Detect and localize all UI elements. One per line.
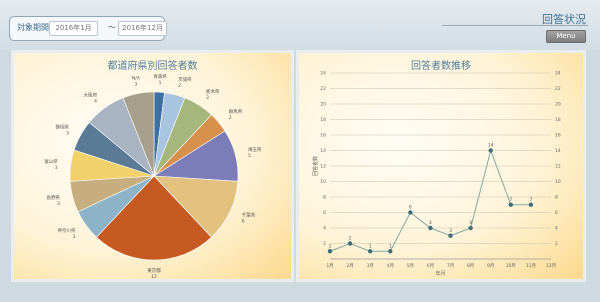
pie-slice-value: 1 — [159, 80, 162, 86]
data-point — [528, 202, 534, 207]
x-tick-label: 9月 — [487, 263, 494, 269]
pie-chart: 青森県1茨城県2栃木県3群馬県2埼玉県5千葉県6東京都12神奈川県3長野県3富山… — [44, 73, 262, 279]
pie-slice-label: 神奈川県 — [58, 227, 76, 234]
data-label: 4 — [469, 220, 472, 226]
pie-slice-value: 3 — [206, 95, 209, 101]
pie-slice-label: 千葉県 — [242, 211, 256, 218]
pie-slice-value: 2 — [229, 115, 232, 121]
x-tick-label: 8月 — [467, 263, 474, 269]
y-tick-label-right: 10 — [555, 179, 561, 185]
y-tick-label-right: 18 — [555, 117, 561, 123]
data-label: 3 — [449, 228, 452, 234]
y-tick-label: 2 — [323, 241, 326, 247]
x-tick-label: 4月 — [387, 263, 394, 269]
y-tick-label: 20 — [320, 102, 326, 108]
pie-slice-label: 群馬県 — [229, 108, 243, 115]
pie-slice-value: 6 — [242, 218, 245, 224]
y-tick-label-right: 12 — [555, 164, 561, 170]
pie-slice-label: 埼玉県 — [248, 146, 262, 153]
y-tick-label-right: 6 — [555, 210, 558, 216]
pie-slice-value: 3 — [66, 130, 69, 136]
data-point — [428, 225, 433, 231]
x-tick-label: 5月 — [407, 263, 414, 269]
title-underline — [442, 25, 588, 26]
pie-slice-label: 長野県 — [47, 194, 61, 201]
data-label: 1 — [389, 243, 392, 249]
pie-slice-label: 青森県 — [153, 73, 167, 80]
pie-slice-label: N/A — [132, 76, 141, 82]
pie-slice-label: 大阪府 — [83, 92, 97, 99]
y-tick-label: 24 — [320, 71, 326, 77]
x-tick-label: 3月 — [366, 263, 373, 269]
data-label: 6 — [409, 205, 412, 211]
data-point — [448, 233, 453, 238]
y-tick-label-right: 24 — [555, 71, 561, 77]
data-label: 2 — [349, 236, 352, 242]
y-tick-label-right: 16 — [555, 133, 561, 139]
y-tick-label: 6 — [323, 210, 326, 216]
pie-slice-value: 3 — [73, 234, 76, 240]
y-tick-label-right: 20 — [555, 102, 561, 108]
pie-slice-label: 静岡県 — [55, 123, 69, 130]
series-line — [329, 148, 531, 252]
header-bar: 対象期間 ～ 回答状況 Menu — [0, 0, 600, 50]
data-label: 1 — [369, 243, 372, 249]
start-date-input[interactable] — [49, 21, 98, 36]
x-tick-label: 2月 — [346, 263, 353, 269]
pie-slice-label: 栃木県 — [206, 88, 220, 95]
pie-slice-value: 3 — [55, 165, 58, 171]
data-point — [468, 225, 473, 231]
data-label: 7 — [529, 197, 532, 203]
data-label: 4 — [429, 220, 432, 226]
data-point — [488, 148, 493, 153]
y-tick-label-right: 14 — [555, 148, 561, 154]
end-date-input[interactable] — [118, 21, 167, 36]
x-tick-label: 10月 — [506, 263, 516, 269]
x-tick-label: 11月 — [526, 263, 536, 269]
pie-slice-value: 12 — [151, 274, 157, 279]
y-tick-label: 14 — [320, 148, 326, 154]
y-tick-label: 12 — [320, 164, 326, 170]
x-axis-label: 年月 — [435, 270, 445, 277]
x-tick-label: 6月 — [427, 263, 434, 269]
line-chart: 2 24 46 68 810 1012 1214 1416 1618 1820 2022 2224 24… — [312, 71, 561, 278]
data-label: 7 — [509, 197, 512, 203]
y-tick-label-right: 4 — [555, 226, 558, 232]
data-label: 1 — [329, 243, 332, 249]
y-tick-label-right: 22 — [555, 86, 561, 92]
data-label: 14 — [488, 143, 494, 149]
y-tick-label: 8 — [323, 195, 326, 201]
y-tick-label: 18 — [320, 117, 326, 123]
data-point — [388, 249, 393, 254]
pie-slice-label: 富山県 — [44, 158, 58, 165]
pie-slice-value: 3 — [134, 82, 137, 88]
y-tick-label: 22 — [320, 86, 326, 92]
y-tick-label-right: 2 — [555, 241, 558, 247]
period-label: 対象期間 — [17, 23, 49, 32]
pie-slice-value: 3 — [57, 201, 60, 207]
y-axis-label: 回答者数 — [312, 156, 319, 176]
pie-slice-value: 2 — [178, 83, 181, 89]
x-tick-label: 7月 — [447, 263, 454, 269]
pie-chart-panel: 都道府県別回答者数 青森県 1 茨城県 2 栃木県 3 群馬県 2 埼玉県 5 千葉県 6 東京都 12 神… — [11, 50, 294, 282]
data-point — [508, 202, 514, 207]
data-point — [367, 249, 373, 254]
data-point — [347, 241, 353, 246]
x-tick-label: 12月 — [546, 263, 556, 269]
y-tick-label: 16 — [320, 133, 326, 139]
y-tick-label: 4 — [323, 226, 326, 232]
period-separator: ～ — [108, 23, 116, 32]
y-tick-label: 10 — [320, 179, 326, 185]
data-point — [327, 249, 333, 254]
menu-button[interactable]: Menu — [546, 30, 586, 43]
line-chart-panel: 回答者数推移 2 2 4 4 6 6 8 8 10 10 12 12 14 14 16 16 18 18 20 20 2… — [296, 50, 586, 282]
period-filter: 対象期間 ～ — [9, 16, 167, 41]
pie-slice-value: 5 — [248, 153, 251, 159]
pie-slice-value: 4 — [94, 99, 97, 105]
y-tick-label-right: 8 — [555, 195, 558, 201]
x-tick-label: 1月 — [326, 263, 333, 269]
pie-slice-label: 東京都 — [147, 267, 161, 274]
pie-slice-label: 茨城県 — [178, 76, 192, 83]
data-point — [408, 210, 413, 215]
